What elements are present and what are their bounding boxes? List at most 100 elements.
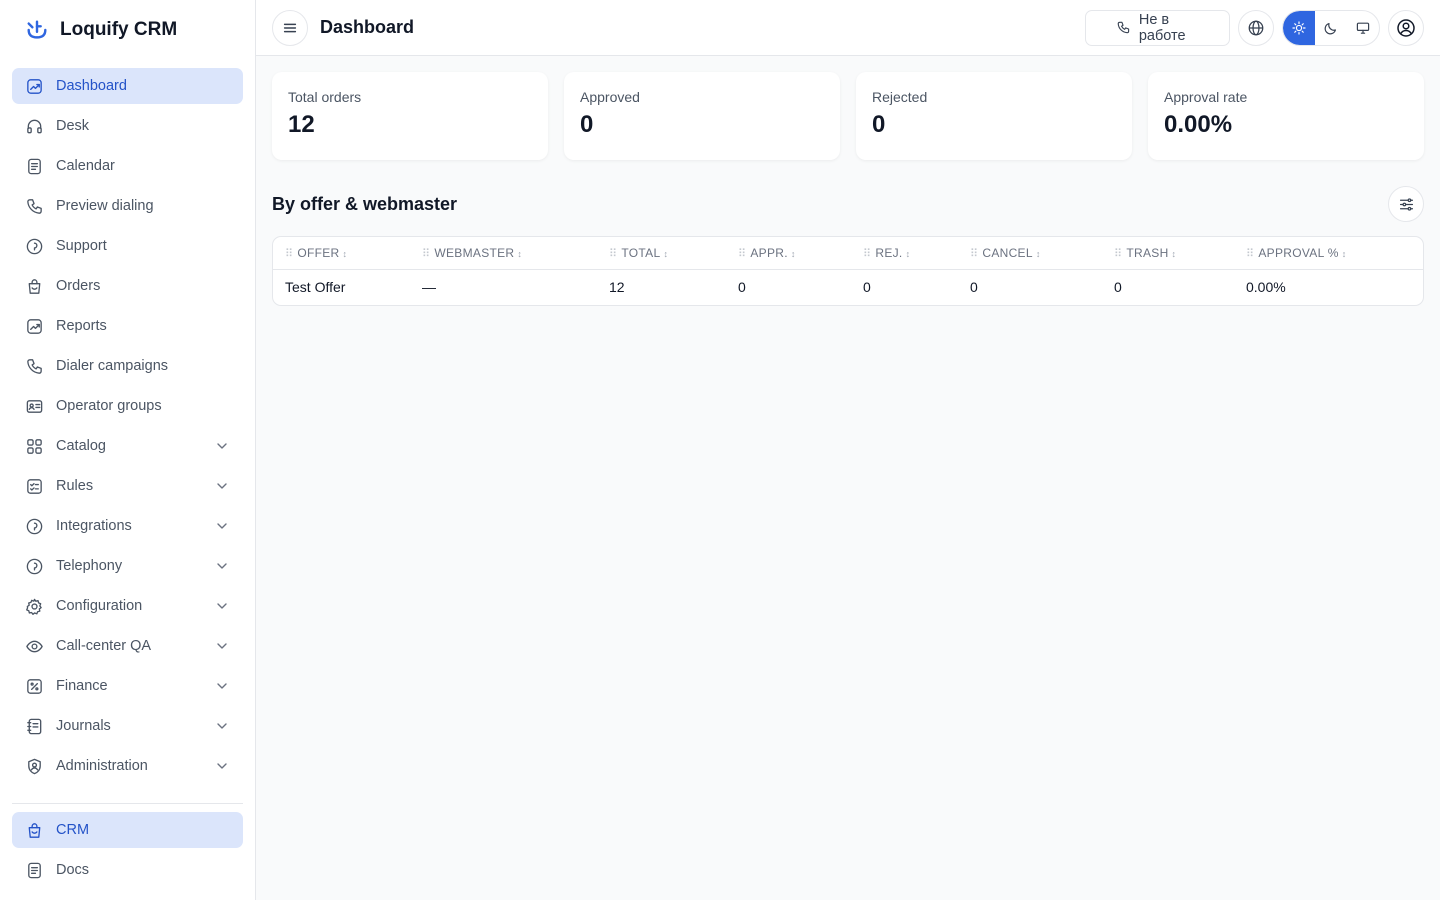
stats-row: Total orders 12 Approved 0 Rejected 0 Approval… — [272, 72, 1424, 160]
sidebar-item-integrations[interactable]: Integrations — [12, 508, 243, 544]
sidebar-item-crm[interactable]: CRM — [12, 812, 243, 848]
stat-value: 12 — [288, 111, 315, 138]
section-header: By offer & webmaster — [272, 186, 1424, 222]
table-cell-cancel: 0 — [970, 279, 978, 296]
column-header-trash[interactable]: ⠿ TRASH ↕ — [1102, 237, 1234, 270]
sidebar-item-label: Desk — [56, 118, 90, 134]
theme-switcher — [1282, 9, 1380, 46]
table-cell-trash: 0 — [1114, 279, 1122, 296]
table-cell-rej: 0 — [863, 279, 871, 296]
chevron-down-icon[interactable] — [215, 719, 229, 733]
chevron-down-icon[interactable] — [215, 559, 229, 573]
column-header-label: REJ. — [875, 245, 903, 260]
sidebar-item-dashboard[interactable]: Dashboard — [12, 68, 243, 104]
sidebar-item-label: Operator groups — [56, 398, 162, 414]
sidebar-item-reports[interactable]: Reports — [12, 308, 243, 344]
column-header-cancel[interactable]: ⠿ CANCEL ↕ — [958, 237, 1102, 270]
sidebar-item-dialer-campaigns[interactable]: Dialer campaigns — [12, 348, 243, 384]
column-header-approval[interactable]: ⠿ APPROVAL % ↕ — [1234, 237, 1423, 270]
sidebar-item-call-center-qa[interactable]: Call-center QA — [12, 628, 243, 664]
column-header-label: TRASH — [1126, 245, 1169, 260]
drag-handle-icon[interactable]: ⠿ — [285, 248, 293, 260]
percent-icon — [24, 676, 44, 696]
sidebar-item-configuration[interactable]: Configuration — [12, 588, 243, 624]
sidebar-item-rules[interactable]: Rules — [12, 468, 243, 504]
sidebar-item-finance[interactable]: Finance — [12, 668, 243, 704]
chevron-down-icon[interactable] — [215, 639, 229, 653]
theme-system-button[interactable] — [1347, 11, 1379, 45]
sidebar-item-label: CRM — [56, 822, 90, 838]
sort-icon[interactable]: ↕ — [1342, 249, 1347, 259]
theme-dark-button[interactable] — [1315, 11, 1347, 45]
work-status-label: Не в работе — [1138, 11, 1186, 44]
sidebar-item-journals[interactable]: Journals — [12, 708, 243, 744]
sidebar: Loquify CRM Dashboard Desk Calendar Preview… — [0, 0, 256, 900]
monitor-icon — [1356, 22, 1370, 34]
stat-label: Rejected — [872, 89, 928, 105]
column-header-label: CANCEL — [982, 245, 1033, 260]
drag-handle-icon[interactable]: ⠿ — [1114, 248, 1122, 260]
sort-icon[interactable]: ↕ — [343, 249, 348, 259]
sidebar-item-label: Journals — [56, 718, 111, 734]
sidebar-item-orders[interactable]: Orders — [12, 268, 243, 304]
sort-icon[interactable]: ↕ — [663, 249, 668, 259]
sidebar-item-label: Rules — [56, 478, 94, 494]
logo-icon — [24, 17, 50, 43]
sidebar-bottom-nav: CRM Docs — [12, 812, 243, 892]
chevron-down-icon[interactable] — [215, 679, 229, 693]
column-header-label: OFFER — [297, 245, 340, 260]
bag-icon — [24, 820, 44, 840]
sort-icon[interactable]: ↕ — [1036, 249, 1041, 259]
sort-icon[interactable]: ↕ — [906, 249, 911, 259]
sidebar-item-label: Calendar — [56, 158, 115, 174]
sidebar-item-operator-groups[interactable]: Operator groups — [12, 388, 243, 424]
drag-handle-icon[interactable]: ⠿ — [738, 248, 746, 260]
column-header-offer[interactable]: ⠿ OFFER ↕ — [273, 237, 410, 270]
work-status-button[interactable]: Не в работе — [1085, 9, 1230, 46]
globe-icon — [1248, 20, 1264, 35]
chevron-down-icon[interactable] — [215, 439, 229, 453]
brand[interactable]: Loquify CRM — [0, 0, 255, 60]
chevron-down-icon[interactable] — [215, 479, 229, 493]
column-header-label: TOTAL — [621, 245, 661, 260]
sort-icon[interactable]: ↕ — [517, 249, 522, 259]
table-row[interactable]: Test Offer — 12 0 0 0 0 0.00% — [273, 269, 1423, 305]
sidebar-item-desk[interactable]: Desk — [12, 108, 243, 144]
chevron-down-icon[interactable] — [215, 519, 229, 533]
table-settings-button[interactable] — [1388, 186, 1424, 222]
language-button[interactable] — [1238, 9, 1274, 46]
theme-light-button[interactable] — [1283, 10, 1315, 45]
sidebar-item-support[interactable]: Support — [12, 228, 243, 264]
sidebar-item-catalog[interactable]: Catalog — [12, 428, 243, 464]
menu-toggle-button[interactable] — [272, 9, 308, 46]
stat-card-rejected: Rejected 0 — [856, 72, 1132, 160]
user-circle-icon — [1397, 18, 1415, 37]
drag-handle-icon[interactable]: ⠿ — [422, 248, 430, 260]
chevron-down-icon[interactable] — [215, 599, 229, 613]
chart-icon — [24, 76, 44, 96]
column-header-total[interactable]: ⠿ TOTAL ↕ — [597, 237, 726, 270]
column-header-appr[interactable]: ⠿ APPR. ↕ — [726, 237, 851, 270]
user-menu-button[interactable] — [1388, 9, 1424, 46]
grid-icon — [24, 436, 44, 456]
sidebar-item-calendar[interactable]: Calendar — [12, 148, 243, 184]
stat-card-approved: Approved 0 — [564, 72, 840, 160]
sidebar-item-label: Docs — [56, 862, 90, 878]
main-area: Dashboard Не в работе Total orders 12 Ap… — [256, 0, 1440, 900]
drag-handle-icon[interactable]: ⠿ — [863, 248, 871, 260]
sidebar-item-docs[interactable]: Docs — [12, 852, 243, 888]
sidebar-item-telephony[interactable]: Telephony — [12, 548, 243, 584]
drag-handle-icon[interactable]: ⠿ — [1246, 248, 1254, 260]
sort-icon[interactable]: ↕ — [791, 249, 796, 259]
sidebar-item-preview-dialing[interactable]: Preview dialing — [12, 188, 243, 224]
chart-icon — [24, 316, 44, 336]
sidebar-item-administration[interactable]: Administration — [12, 748, 243, 784]
sort-icon[interactable]: ↕ — [1172, 249, 1177, 259]
drag-handle-icon[interactable]: ⠿ — [609, 248, 617, 260]
chevron-down-icon[interactable] — [215, 759, 229, 773]
drag-handle-icon[interactable]: ⠿ — [970, 248, 978, 260]
lifebuoy-icon — [24, 516, 44, 536]
column-header-rej[interactable]: ⠿ REJ. ↕ — [851, 237, 958, 270]
stat-value: 0 — [872, 111, 886, 138]
column-header-webmaster[interactable]: ⠿ WEBMASTER ↕ — [410, 237, 597, 270]
